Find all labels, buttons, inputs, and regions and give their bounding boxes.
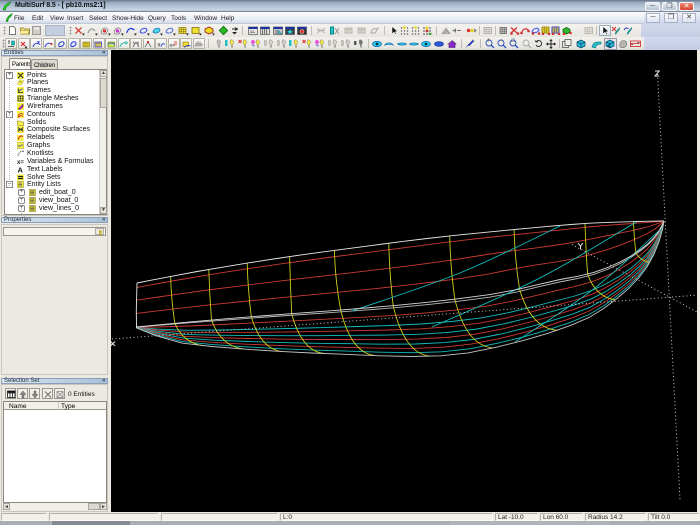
svg-text:y: y bbox=[137, 40, 140, 45]
svg-text:x=: x= bbox=[17, 160, 24, 165]
svg-text:x: x bbox=[157, 42, 160, 48]
svg-text:A: A bbox=[18, 166, 24, 173]
